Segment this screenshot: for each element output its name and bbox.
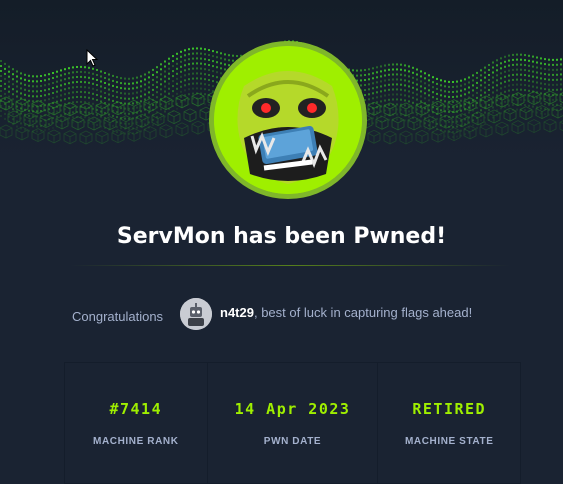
avatar[interactable] <box>180 298 212 330</box>
robot-avatar-icon <box>180 298 212 330</box>
stat-pwn-date: 14 Apr 2023 PWN DATE <box>208 363 379 483</box>
divider <box>70 265 510 266</box>
monster-face-icon <box>214 46 362 194</box>
page-title: ServMon has been Pwned! <box>116 224 447 249</box>
congrats-message: n4t29, best of luck in capturing flags a… <box>220 305 472 320</box>
username-link[interactable]: n4t29 <box>220 305 254 320</box>
stat-machine-state: RETIRED MACHINE STATE <box>378 363 520 483</box>
stat-label: PWN DATE <box>263 436 322 447</box>
stat-machine-rank: #7414 MACHINE RANK <box>65 363 208 483</box>
stat-value: RETIRED <box>412 400 487 418</box>
congrats-row: Congratulations n4t29, best of luck in c… <box>72 298 552 330</box>
congrats-text: , best of luck in capturing flags ahead! <box>253 305 473 320</box>
mouse-pointer-icon <box>86 49 99 67</box>
stats-panel: #7414 MACHINE RANK 14 Apr 2023 PWN DATE … <box>64 362 521 484</box>
machine-logo <box>209 41 367 199</box>
stat-value: #7414 <box>109 400 163 418</box>
stat-label: MACHINE STATE <box>404 436 494 447</box>
stat-value: 14 Apr 2023 <box>234 400 351 418</box>
congrats-label: Congratulations <box>72 309 164 324</box>
stat-label: MACHINE RANK <box>93 436 179 447</box>
